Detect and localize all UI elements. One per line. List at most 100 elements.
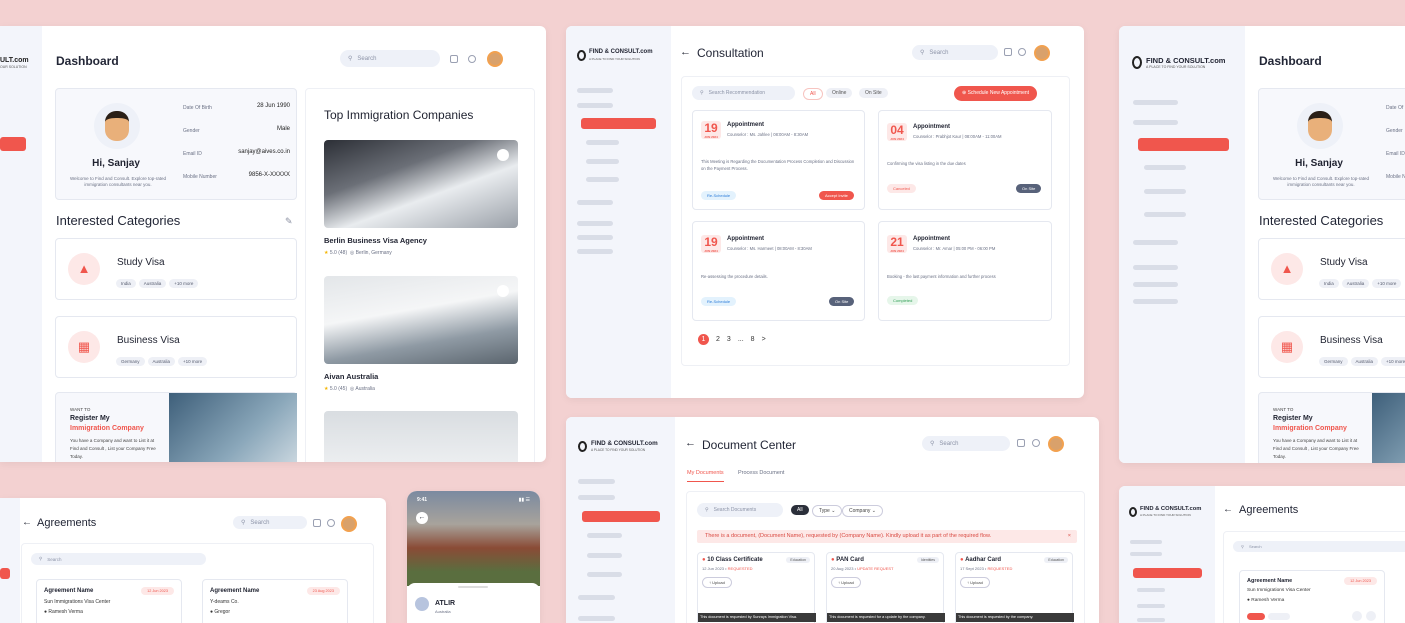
accept-invite-button[interactable]: Accept Invite <box>819 191 854 200</box>
appointment-card[interactable]: 21 JUN 2024 Appointment Counselor : Mr. A… <box>878 221 1052 321</box>
back-arrow-icon[interactable]: ← <box>22 517 32 528</box>
tab-process-document[interactable]: Process Document <box>738 470 784 476</box>
company-name[interactable]: Berlin Business Visa Agency <box>324 236 427 245</box>
view-icon[interactable] <box>1352 611 1362 621</box>
back-arrow-icon[interactable]: ← <box>685 437 696 449</box>
upload-button[interactable]: ↑ Upload <box>960 577 990 588</box>
appointment-card[interactable]: 19 JUN 2024 Appointment Counselor : Ms. H… <box>692 221 865 321</box>
sidebar-item[interactable] <box>1137 588 1165 592</box>
filter-company[interactable]: Company ⌄ <box>842 505 883 517</box>
sidebar-item[interactable] <box>587 553 622 558</box>
page-next[interactable]: > <box>762 336 766 343</box>
bookmark-icon[interactable] <box>497 149 509 161</box>
sidebar-item-active[interactable] <box>0 137 26 151</box>
agreement-card[interactable]: Agreement Name 12 Jun 2023 Sun Immigrati… <box>1239 570 1385 623</box>
company-image[interactable] <box>324 140 518 228</box>
bell-icon[interactable] <box>313 519 321 527</box>
bell-icon[interactable] <box>1004 48 1012 56</box>
agreement-card[interactable]: Agreement Name 12 Jun 2023 Sun Immigrati… <box>36 579 182 623</box>
info-icon[interactable] <box>468 55 476 63</box>
edit-icon[interactable]: ✎ <box>285 216 293 227</box>
agreement-card[interactable]: Agreement Name 23 Aug 2023 Y-deams Co. ●… <box>202 579 348 623</box>
document-card[interactable]: ● PAN Card Identities 20 Aug 2023 • UPDA… <box>826 552 945 623</box>
category-card-business[interactable]: ▦ Business Visa Germany Australia +10 more <box>1258 316 1405 378</box>
recommendation-search[interactable]: ⚲ Search Recommendation <box>692 86 795 100</box>
sidebar-item[interactable] <box>1144 212 1186 217</box>
category-card-business[interactable]: ▦ Business Visa Germany Australia +10 more <box>55 316 297 378</box>
bell-icon[interactable] <box>1017 439 1025 447</box>
sidebar-item[interactable] <box>577 235 613 240</box>
sidebar-item-active[interactable] <box>0 568 10 579</box>
back-arrow-icon[interactable]: ← <box>1223 504 1233 515</box>
page-3[interactable]: 3 <box>727 336 731 343</box>
sidebar-item[interactable] <box>1144 165 1186 170</box>
sidebar-item[interactable] <box>1130 540 1162 544</box>
download-icon[interactable] <box>1366 611 1376 621</box>
page-8[interactable]: 8 <box>751 336 755 343</box>
sidebar-item-active[interactable] <box>582 511 660 522</box>
avatar[interactable] <box>341 516 357 532</box>
page-2[interactable]: 2 <box>716 336 720 343</box>
sidebar-item[interactable] <box>1130 552 1162 556</box>
agreements-search[interactable]: ⚲ Search <box>1233 541 1405 552</box>
sidebar-item[interactable] <box>578 479 615 484</box>
sidebar-item[interactable] <box>1144 189 1186 194</box>
tab-my-documents[interactable]: My Documents <box>687 470 724 482</box>
sidebar-item[interactable] <box>1133 265 1178 270</box>
sidebar-item[interactable] <box>586 140 619 145</box>
sidebar-item[interactable] <box>586 159 619 164</box>
filter-all[interactable]: All <box>791 505 809 515</box>
bell-icon[interactable] <box>450 55 458 63</box>
info-icon[interactable] <box>327 519 335 527</box>
company-name[interactable]: Aivan Australia <box>324 372 378 381</box>
sidebar-item[interactable] <box>577 249 613 254</box>
info-icon[interactable] <box>1032 439 1040 447</box>
sidebar-item[interactable] <box>1137 618 1165 622</box>
sidebar-item[interactable] <box>587 572 622 577</box>
filter-all[interactable]: All <box>803 88 823 100</box>
search-input[interactable]: ⚲ Search <box>912 45 998 60</box>
register-banner[interactable]: WANT TO Register My Immigration Company … <box>55 392 297 462</box>
sidebar-item[interactable] <box>1137 604 1165 608</box>
sidebar-item[interactable] <box>577 103 613 108</box>
sidebar-item[interactable] <box>577 88 613 93</box>
info-icon[interactable] <box>1018 48 1026 56</box>
filter-type[interactable]: Type ⌄ <box>812 505 843 517</box>
search-input[interactable]: ⚲ Search <box>233 516 307 529</box>
sidebar-item[interactable] <box>578 495 615 500</box>
search-input[interactable]: ⚲ Search <box>922 436 1010 451</box>
company-image[interactable] <box>324 411 518 462</box>
reschedule-button[interactable]: Re-Schedule <box>701 297 737 306</box>
avatar[interactable] <box>487 51 503 67</box>
upload-button[interactable]: ↑ Upload <box>702 577 732 588</box>
sidebar-item[interactable] <box>578 595 615 600</box>
agreements-search[interactable]: ⚲ Search <box>31 553 206 565</box>
sidebar-item-active[interactable] <box>581 118 656 129</box>
sidebar-item[interactable] <box>1133 282 1178 287</box>
sidebar-item[interactable] <box>1133 299 1178 304</box>
sidebar-item[interactable] <box>587 533 622 538</box>
schedule-appointment-button[interactable]: ⊕ Schedule New Appointment <box>954 86 1038 101</box>
sidebar-item[interactable] <box>1133 100 1178 105</box>
documents-search[interactable]: ⚲ Search Documents <box>697 503 783 517</box>
avatar[interactable] <box>1034 45 1050 61</box>
page-1[interactable]: 1 <box>698 334 709 345</box>
sidebar-item-active[interactable] <box>1138 138 1229 151</box>
document-card[interactable]: ● 10 Class Certificate Education 12 Jun … <box>697 552 816 623</box>
search-input[interactable]: ⚲ Search <box>340 50 440 67</box>
category-card-study[interactable]: ▲ Study Visa India Australia +10 more <box>55 238 297 300</box>
filter-onsite[interactable]: On Site <box>859 88 888 98</box>
appointment-card[interactable]: 19 JUN 2024 Appointment Counselor : Ms. J… <box>692 110 865 210</box>
sidebar-item[interactable] <box>586 177 619 182</box>
sidebar-item[interactable] <box>1133 240 1178 245</box>
category-card-study[interactable]: ▲ Study Visa India Australia +10 more <box>1258 238 1405 300</box>
upload-button[interactable]: ↑ Upload <box>831 577 861 588</box>
appointment-card[interactable]: 04 JUN 2024 Appointment Counselor : Prabh… <box>878 110 1052 210</box>
filter-online[interactable]: Online <box>826 88 853 98</box>
sidebar-item[interactable] <box>1133 120 1178 125</box>
back-button[interactable]: ← <box>416 512 428 524</box>
reschedule-button[interactable]: Re-Schedule <box>701 191 737 200</box>
company-image[interactable] <box>324 276 518 364</box>
sidebar-item[interactable] <box>578 616 615 621</box>
sidebar-item[interactable] <box>577 200 613 205</box>
